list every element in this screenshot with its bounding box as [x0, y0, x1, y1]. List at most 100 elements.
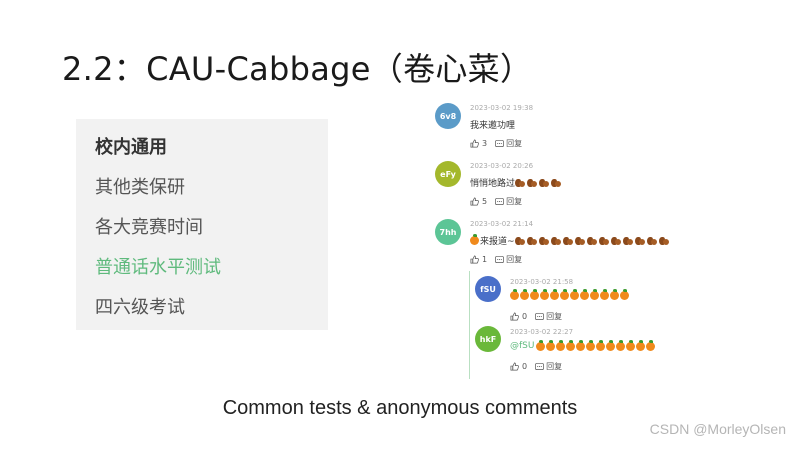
tangerine-emoji-icon	[596, 339, 606, 351]
thumbs-up-icon	[470, 197, 479, 206]
slide-caption: Common tests & anonymous comments	[222, 397, 578, 419]
category-item-graduate-recommendation[interactable]: 其他类保研	[95, 173, 185, 199]
avatar: 7hh	[435, 219, 461, 245]
comment-text: 悄悄地路过	[470, 176, 563, 189]
avatar: fSU	[475, 276, 501, 302]
reply-button[interactable]: 回复	[487, 196, 522, 207]
squirrel-emoji-icon	[586, 236, 597, 246]
squirrel-emoji-icon	[598, 236, 609, 246]
comment-time: 2023-03-02 19:38	[470, 104, 534, 112]
mention-link[interactable]: @fSU	[510, 341, 534, 351]
reply-label: 回复	[546, 312, 563, 321]
category-item-mandarin-test[interactable]: 普通话水平测试	[95, 253, 221, 279]
tangerine-emoji-icon	[616, 339, 626, 351]
emoji-run	[536, 339, 656, 351]
thumbs-up-icon	[510, 362, 519, 371]
reply-button[interactable]: 回复	[487, 138, 522, 149]
tangerine-emoji-icon	[566, 339, 576, 351]
squirrel-emoji-icon	[539, 178, 550, 188]
tangerine-emoji-icon	[610, 289, 619, 300]
like-button[interactable]: 5	[470, 197, 487, 206]
comment-body: 我来邀功哩	[470, 121, 516, 131]
squirrel-emoji-icon	[550, 236, 561, 246]
reply-label: 回复	[506, 139, 523, 148]
tangerine-emoji-icon	[646, 339, 656, 351]
comment-bubble-icon	[535, 362, 544, 370]
comment-actions: 1 回复	[470, 254, 522, 265]
comment-time: 2023-03-02 20:26	[470, 162, 534, 170]
tangerine-emoji-icon	[530, 289, 539, 300]
squirrel-emoji-icon	[634, 236, 645, 246]
reply-text: @fSU	[510, 339, 656, 351]
emoji-run	[514, 236, 671, 246]
reply-text	[510, 289, 630, 300]
tangerine-emoji-icon	[620, 289, 629, 300]
thumbs-up-icon	[510, 312, 519, 321]
reply-label: 回复	[546, 362, 563, 371]
comment-actions: 0 回复	[510, 361, 562, 372]
comment-bubble-icon	[495, 197, 504, 205]
avatar: 6v8	[435, 103, 461, 129]
comment-actions: 0 回复	[510, 311, 562, 322]
tangerine-emoji-icon	[636, 339, 646, 351]
like-button[interactable]: 0	[510, 312, 527, 321]
category-item-cet[interactable]: 四六级考试	[95, 293, 185, 319]
comment-text: 来报道~	[470, 234, 671, 247]
tangerine-emoji-icon	[556, 339, 566, 351]
tangerine-emoji-icon	[540, 289, 549, 300]
squirrel-emoji-icon	[514, 236, 525, 246]
squirrel-emoji-icon	[526, 236, 537, 246]
reply-label: 回复	[506, 197, 523, 206]
reply-button[interactable]: 回复	[527, 361, 562, 372]
category-item-competitions[interactable]: 各大竞赛时间	[95, 213, 203, 239]
squirrel-emoji-icon	[515, 178, 526, 188]
reply-time: 2023-03-02 22:27	[510, 328, 574, 336]
reply-label: 回复	[506, 255, 523, 264]
reply-button[interactable]: 回复	[487, 254, 522, 265]
squirrel-emoji-icon	[527, 178, 538, 188]
emoji-run	[510, 289, 630, 300]
tangerine-emoji-icon	[590, 289, 599, 300]
thumbs-up-icon	[470, 255, 479, 264]
watermark: CSDN @MorleyOlsen	[649, 421, 786, 437]
squirrel-emoji-icon	[538, 236, 549, 246]
reply-thread-line	[469, 271, 470, 379]
tangerine-emoji-icon	[536, 339, 546, 351]
avatar: eFy	[435, 161, 461, 187]
comments-panel: 6v8 2023-03-02 19:38 我来邀功哩 3 回复 eFy 2023-03-02…	[420, 98, 800, 388]
squirrel-emoji-icon	[562, 236, 573, 246]
tangerine-emoji-icon	[576, 339, 586, 351]
emoji-run	[470, 234, 480, 245]
category-item-campus[interactable]: 校内通用	[95, 133, 167, 159]
tangerine-emoji-icon	[510, 289, 519, 300]
comment-body: 来报道~	[480, 237, 515, 247]
comment-time: 2023-03-02 21:14	[470, 220, 534, 228]
comment-actions: 5 回复	[470, 196, 522, 207]
tangerine-emoji-icon	[570, 289, 579, 300]
reply-button[interactable]: 回复	[527, 311, 562, 322]
tangerine-emoji-icon	[546, 339, 556, 351]
reply-time: 2023-03-02 21:58	[510, 278, 574, 286]
category-panel: 校内通用 其他类保研 各大竞赛时间 普通话水平测试 四六级考试	[76, 119, 328, 330]
squirrel-emoji-icon	[551, 178, 562, 188]
tangerine-emoji-icon	[580, 289, 589, 300]
squirrel-emoji-icon	[574, 236, 585, 246]
emoji-run	[515, 178, 563, 188]
squirrel-emoji-icon	[646, 236, 657, 246]
comment-text: 我来邀功哩	[470, 118, 515, 131]
squirrel-emoji-icon	[658, 236, 669, 246]
slide-title: 2.2：CAU-Cabbage（卷心菜）	[62, 50, 533, 88]
comment-bubble-icon	[495, 255, 504, 263]
like-button[interactable]: 0	[510, 362, 527, 371]
comment-body: 悄悄地路过	[470, 179, 516, 189]
squirrel-emoji-icon	[610, 236, 621, 246]
comment-actions: 3 回复	[470, 138, 522, 149]
tangerine-emoji-icon	[520, 289, 529, 300]
tangerine-emoji-icon	[606, 339, 616, 351]
like-button[interactable]: 3	[470, 139, 487, 148]
comment-bubble-icon	[535, 312, 544, 320]
squirrel-emoji-icon	[622, 236, 633, 246]
tangerine-emoji-icon	[470, 234, 479, 245]
avatar: hkF	[475, 326, 501, 352]
like-button[interactable]: 1	[470, 255, 487, 264]
